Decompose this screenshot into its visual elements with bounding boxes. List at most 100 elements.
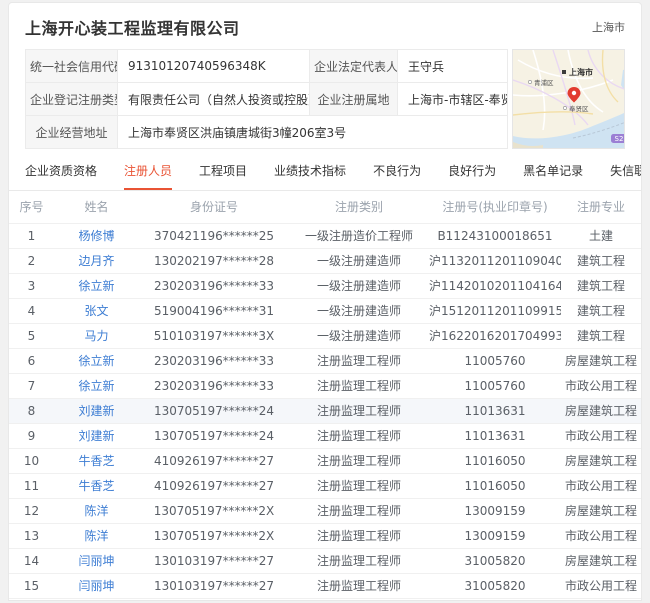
table-row: 1 杨修博 370421196******25 一级注册造价工程师 B11243… (9, 223, 641, 248)
tab[interactable]: 注册人员 (124, 162, 172, 190)
cell-category: 一级注册造价工程师 (289, 223, 429, 248)
person-name-link[interactable]: 杨修博 (78, 229, 114, 243)
person-name-link[interactable]: 边月齐 (78, 254, 114, 268)
person-name-link[interactable]: 徐立新 (78, 379, 114, 393)
road-badge-s2: S2 (611, 134, 625, 143)
cell-seq: 12 (9, 498, 54, 523)
cell-category: 注册监理工程师 (289, 473, 429, 498)
tab[interactable]: 企业资质资格 (25, 162, 97, 190)
table-row: 6 徐立新 230203196******33 注册监理工程师 11005760… (9, 348, 641, 373)
person-name-link[interactable]: 闫丽坤 (78, 579, 114, 593)
cell-name: 牛香芝 (54, 473, 139, 498)
map-city-marker (562, 70, 566, 74)
page-title: 上海开心装工程监理有限公司 (25, 15, 240, 39)
table-row: 10 牛香芝 410926197******27 注册监理工程师 1101605… (9, 448, 641, 473)
people-table-head: 序号 姓名 身份证号 注册类别 注册号(执业印章号) 注册专业 (9, 191, 641, 223)
cell-id-number: 230203196******33 (139, 348, 289, 373)
tab-label: 注册人员 (124, 164, 172, 178)
address-value: 上海市奉贤区洪庙镇唐城街3幢206室3号 (118, 116, 508, 149)
cell-category: 注册监理工程师 (289, 573, 429, 598)
cell-name: 徐立新 (54, 273, 139, 298)
person-name-link[interactable]: 闫丽坤 (78, 554, 114, 568)
person-name-link[interactable]: 陈洋 (84, 504, 108, 518)
info-row: 企业登记注册类型 有限责任公司（自然人投资或控股） 企业注册属地 上海市-市辖区… (26, 83, 508, 116)
cell-specialty: 房屋建筑工程 (561, 448, 641, 473)
cell-seq: 14 (9, 548, 54, 573)
tab-label: 企业资质资格 (25, 164, 97, 178)
cell-name: 牛香芝 (54, 448, 139, 473)
table-row: 15 闫丽坤 130103197******27 注册监理工程师 3100582… (9, 573, 641, 598)
person-name-link[interactable]: 刘建新 (78, 404, 114, 418)
person-name-link[interactable]: 陈洋 (84, 529, 108, 543)
person-name-link[interactable]: 徐立新 (78, 354, 114, 368)
person-name-link[interactable]: 牛香芝 (78, 479, 114, 493)
cell-id-number: 410926197******27 (139, 473, 289, 498)
cell-category: 注册监理工程师 (289, 398, 429, 423)
cell-name: 徐立新 (54, 373, 139, 398)
cell-specialty: 房屋建筑工程 (561, 398, 641, 423)
map-district-label-qingpu: 青浦区 (534, 78, 554, 87)
cell-reg-number: 沪1512011201109915 (429, 298, 561, 323)
cell-category: 注册监理工程师 (289, 373, 429, 398)
map-thumbnail[interactable]: 上海市 青浦区 奉贤区 S2 (512, 49, 625, 149)
table-row: 5 马力 510103197******3X 一级注册建造师 沪16220162… (9, 323, 641, 348)
tab-label: 业绩技术指标 (274, 164, 346, 178)
cell-specialty: 建筑工程 (561, 298, 641, 323)
cell-specialty: 建筑工程 (561, 273, 641, 298)
cell-name: 杨修博 (54, 223, 139, 248)
tab[interactable]: 不良行为 (373, 162, 421, 190)
cell-reg-number: 13009159 (429, 498, 561, 523)
cell-id-number: 130705197******24 (139, 423, 289, 448)
cell-reg-number: 11005760 (429, 348, 561, 373)
tab[interactable]: 黑名单记录 (523, 162, 583, 190)
cell-category: 一级注册建造师 (289, 248, 429, 273)
page: 上海开心装工程监理有限公司 上海市 统一社会信用代码 9131012074059… (0, 2, 650, 603)
person-name-link[interactable]: 马力 (84, 329, 108, 343)
table-row: 2 边月齐 130202197******28 一级注册建造师 沪1132011… (9, 248, 641, 273)
cell-seq: 1 (9, 223, 54, 248)
cell-id-number: 230203196******33 (139, 273, 289, 298)
info-row: 企业经营地址 上海市奉贤区洪庙镇唐城街3幢206室3号 (26, 116, 508, 149)
cell-specialty: 房屋建筑工程 (561, 348, 641, 373)
reg-type-value: 有限责任公司（自然人投资或控股） (118, 83, 310, 116)
cell-specialty: 市政公用工程 (561, 423, 641, 448)
table-row: 14 闫丽坤 130103197******27 注册监理工程师 3100582… (9, 548, 641, 573)
col-header-specialty: 注册专业 (561, 191, 641, 223)
cell-specialty: 建筑工程 (561, 323, 641, 348)
cell-category: 注册监理工程师 (289, 348, 429, 373)
table-row: 3 徐立新 230203196******33 一级注册建造师 沪1142010… (9, 273, 641, 298)
person-name-link[interactable]: 张文 (84, 304, 108, 318)
cell-reg-number: 11016050 (429, 448, 561, 473)
cell-reg-number: 11016050 (429, 473, 561, 498)
info-row: 统一社会信用代码 91310120740596348K 企业法定代表人 王守兵 (26, 50, 508, 83)
tab[interactable]: 良好行为 (448, 162, 496, 190)
people-table: 序号 姓名 身份证号 注册类别 注册号(执业印章号) 注册专业 1 杨修博 37… (9, 191, 641, 599)
cell-reg-number: 11013631 (429, 423, 561, 448)
cell-seq: 9 (9, 423, 54, 448)
col-header-regno: 注册号(执业印章号) (429, 191, 561, 223)
person-name-link[interactable]: 刘建新 (78, 429, 114, 443)
cell-name: 闫丽坤 (54, 573, 139, 598)
tab-bar: 企业资质资格 注册人员 工程项目 业绩技术指标 不良行为 良好行为 黑名单记录 失信联合惩戒记… (9, 153, 641, 191)
tab-label: 不良行为 (373, 164, 421, 178)
company-info-table: 统一社会信用代码 91310120740596348K 企业法定代表人 王守兵 … (25, 49, 508, 149)
tab[interactable]: 失信联合惩戒记录 (610, 162, 642, 190)
company-info-section: 统一社会信用代码 91310120740596348K 企业法定代表人 王守兵 … (9, 49, 641, 149)
cell-category: 注册监理工程师 (289, 523, 429, 548)
tab[interactable]: 工程项目 (199, 162, 247, 190)
cell-reg-number: 11005760 (429, 373, 561, 398)
company-card: 上海开心装工程监理有限公司 上海市 统一社会信用代码 9131012074059… (8, 2, 642, 601)
cell-reg-number: 31005820 (429, 573, 561, 598)
cell-seq: 4 (9, 298, 54, 323)
cell-seq: 7 (9, 373, 54, 398)
cell-name: 刘建新 (54, 423, 139, 448)
region-label: 上海市 (592, 19, 625, 35)
cell-seq: 11 (9, 473, 54, 498)
person-name-link[interactable]: 徐立新 (78, 279, 114, 293)
tab[interactable]: 业绩技术指标 (274, 162, 346, 190)
cell-seq: 8 (9, 398, 54, 423)
col-header-name: 姓名 (54, 191, 139, 223)
tab-label: 黑名单记录 (523, 164, 583, 178)
person-name-link[interactable]: 牛香芝 (78, 454, 114, 468)
card-header: 上海开心装工程监理有限公司 上海市 (9, 3, 641, 49)
